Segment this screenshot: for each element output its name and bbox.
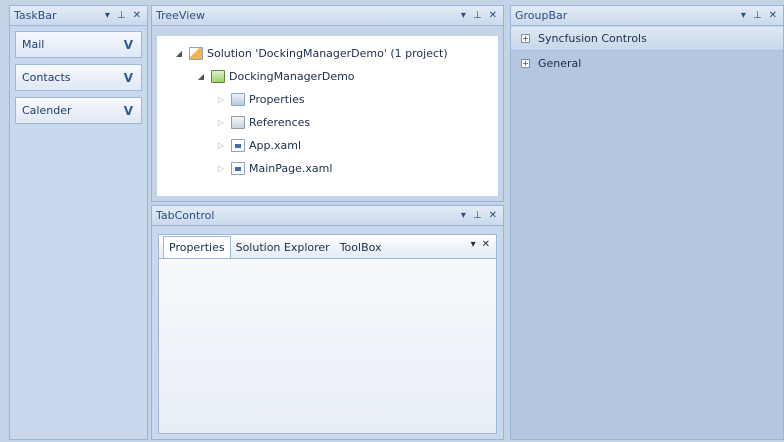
close-icon[interactable]: ✕ (769, 10, 777, 21)
pin-icon[interactable]: ⊥ (117, 10, 126, 21)
tree-node-label: App.xaml (249, 139, 302, 152)
file-icon (231, 162, 245, 175)
expand-plus-icon[interactable]: + (521, 34, 530, 43)
close-icon[interactable]: ✕ (489, 210, 497, 221)
dropdown-icon[interactable]: ▾ (461, 10, 466, 21)
tabcontrol-body: Properties Solution Explorer ToolBox ▾ ✕ (152, 227, 503, 439)
tab-solution-explorer[interactable]: Solution Explorer (231, 238, 335, 258)
tree-node-solution[interactable]: ◢ Solution 'DockingManagerDemo' (1 proje… (157, 42, 498, 65)
tree-node-label: MainPage.xaml (249, 162, 333, 175)
groupbar-item-label: Syncfusion Controls (538, 32, 647, 45)
groupbar-title: GroupBar (515, 9, 568, 22)
tree-node-label: Properties (249, 93, 305, 106)
chevron-down-icon[interactable]: V (124, 71, 133, 85)
chevron-down-icon[interactable]: V (124, 38, 133, 52)
collapsed-arrow-icon[interactable]: ▷ (215, 118, 227, 127)
treeview-header-controls: ▾ ⊥ ✕ (461, 10, 503, 21)
tabcontrol-header[interactable]: TabControl ▾ ⊥ ✕ (152, 206, 503, 226)
solution-icon (189, 47, 203, 60)
tree-node-mainpage-xaml[interactable]: ▷ MainPage.xaml (157, 157, 498, 180)
taskbar-title: TaskBar (14, 9, 57, 22)
tab-content (159, 259, 496, 433)
tree-node-label: DockingManagerDemo (229, 70, 355, 83)
taskbar-item-calender[interactable]: Calender V (15, 97, 142, 124)
taskbar-header[interactable]: TaskBar ▾ ⊥ ✕ (10, 6, 147, 26)
taskbar-item-label: Mail (22, 38, 45, 51)
collapsed-arrow-icon[interactable]: ▷ (215, 95, 227, 104)
tabcontrol-title: TabControl (156, 209, 215, 222)
tab-properties[interactable]: Properties (163, 236, 231, 258)
tab-strip: Properties Solution Explorer ToolBox ▾ ✕ (159, 235, 496, 259)
taskbar-item-label: Contacts (22, 71, 71, 84)
groupbar-item-general[interactable]: + General (511, 51, 783, 75)
pin-icon[interactable]: ⊥ (753, 10, 762, 21)
tab-strip-controls: ▾ ✕ (471, 239, 490, 250)
collapsed-arrow-icon[interactable]: ▷ (215, 141, 227, 150)
collapsed-arrow-icon[interactable]: ▷ (215, 164, 227, 173)
groupbar-body: + Syncfusion Controls + General (511, 27, 783, 439)
tree-node-label: Solution 'DockingManagerDemo' (1 project… (207, 47, 448, 60)
tree-node-references[interactable]: ▷ References (157, 111, 498, 134)
chevron-down-icon[interactable]: V (124, 104, 133, 118)
tree-node-project[interactable]: ◢ DockingManagerDemo (157, 65, 498, 88)
tab-frame: Properties Solution Explorer ToolBox ▾ ✕ (158, 234, 497, 434)
references-icon (231, 116, 245, 129)
taskbar-item-label: Calender (22, 104, 72, 117)
taskbar-pane: TaskBar ▾ ⊥ ✕ Mail V Contacts V Calender… (9, 5, 148, 440)
treeview-header[interactable]: TreeView ▾ ⊥ ✕ (152, 6, 503, 26)
expanded-arrow-icon[interactable]: ◢ (195, 72, 207, 81)
dropdown-icon[interactable]: ▾ (461, 210, 466, 221)
groupbar-header[interactable]: GroupBar ▾ ⊥ ✕ (511, 6, 783, 26)
close-icon[interactable]: ✕ (482, 239, 490, 250)
folder-icon (231, 93, 245, 106)
taskbar-header-controls: ▾ ⊥ ✕ (105, 10, 147, 21)
pin-icon[interactable]: ⊥ (473, 210, 482, 221)
project-icon (211, 70, 225, 83)
pin-icon[interactable]: ⊥ (473, 10, 482, 21)
groupbar-header-controls: ▾ ⊥ ✕ (741, 10, 783, 21)
dropdown-icon[interactable]: ▾ (471, 239, 476, 250)
treeview-pane: TreeView ▾ ⊥ ✕ ◢ Solution 'DockingManage… (151, 5, 504, 202)
file-icon (231, 139, 245, 152)
dropdown-icon[interactable]: ▾ (105, 10, 110, 21)
tree-node-app-xaml[interactable]: ▷ App.xaml (157, 134, 498, 157)
expanded-arrow-icon[interactable]: ◢ (173, 49, 185, 58)
taskbar-item-mail[interactable]: Mail V (15, 31, 142, 58)
tabcontrol-pane: TabControl ▾ ⊥ ✕ Properties Solution Exp… (151, 205, 504, 440)
groupbar-item-syncfusion-controls[interactable]: + Syncfusion Controls (511, 27, 783, 51)
treeview-title: TreeView (156, 9, 206, 22)
dropdown-icon[interactable]: ▾ (741, 10, 746, 21)
taskbar-body: Mail V Contacts V Calender V (10, 27, 147, 439)
groupbar-pane: GroupBar ▾ ⊥ ✕ + Syncfusion Controls + G… (510, 5, 784, 440)
taskbar-item-contacts[interactable]: Contacts V (15, 64, 142, 91)
close-icon[interactable]: ✕ (489, 10, 497, 21)
tabcontrol-header-controls: ▾ ⊥ ✕ (461, 210, 503, 221)
groupbar-item-label: General (538, 56, 582, 70)
tree-node-properties[interactable]: ▷ Properties (157, 88, 498, 111)
close-icon[interactable]: ✕ (133, 10, 141, 21)
tree-node-label: References (249, 116, 311, 129)
tab-toolbox[interactable]: ToolBox (335, 238, 387, 258)
expand-plus-icon[interactable]: + (521, 58, 530, 68)
tree-body: ◢ Solution 'DockingManagerDemo' (1 proje… (156, 35, 499, 197)
